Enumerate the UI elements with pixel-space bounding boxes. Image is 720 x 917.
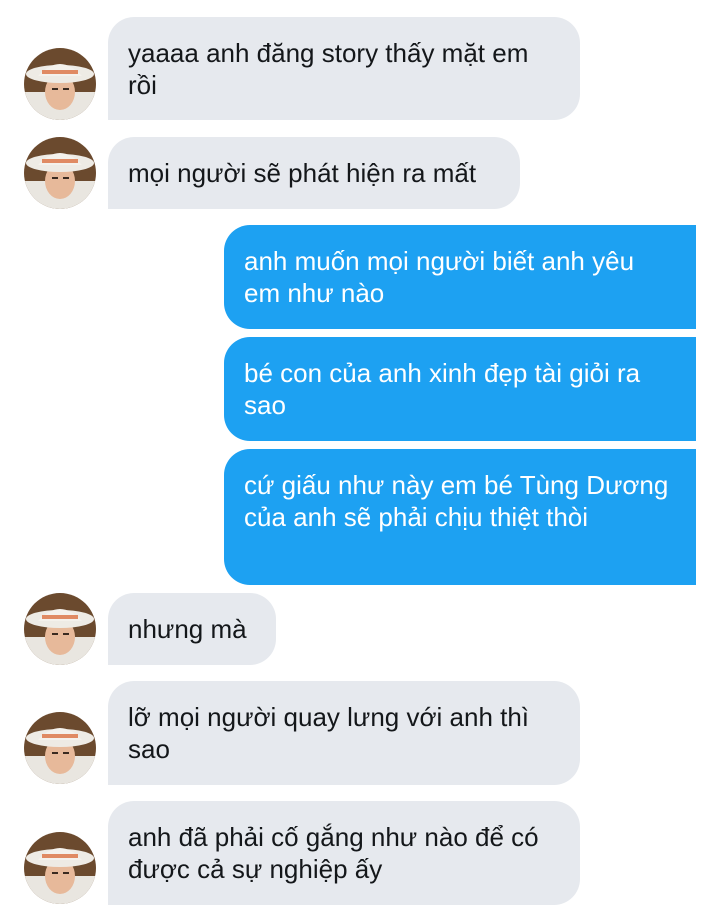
message-bubble-incoming[interactable]: yaaaa anh đăng story thấy mặt em rồi bbox=[108, 17, 580, 120]
profile-photo-icon bbox=[24, 832, 96, 904]
avatar[interactable] bbox=[24, 832, 96, 904]
message-bubble-incoming[interactable]: mọi người sẽ phát hiện ra mất bbox=[108, 137, 520, 209]
avatar[interactable] bbox=[24, 593, 96, 665]
avatar[interactable] bbox=[24, 137, 96, 209]
message-bubble-outgoing[interactable]: cứ giấu như này em bé Tùng Dương của anh… bbox=[224, 449, 696, 585]
message-bubble-incoming[interactable]: anh đã phải cố gắng như nào để có được c… bbox=[108, 801, 580, 905]
profile-photo-icon bbox=[24, 137, 96, 209]
profile-photo-icon bbox=[24, 712, 96, 784]
message-bubble-incoming[interactable]: nhưng mà bbox=[108, 593, 276, 665]
profile-photo-icon bbox=[24, 593, 96, 665]
message-bubble-outgoing[interactable]: anh muốn mọi người biết anh yêu em như n… bbox=[224, 225, 696, 329]
conversation-thread: yaaaa anh đăng story thấy mặt em rồi mọi… bbox=[0, 0, 720, 917]
message-bubble-outgoing[interactable]: bé con của anh xinh đẹp tài giỏi ra sao bbox=[224, 337, 696, 441]
avatar[interactable] bbox=[24, 48, 96, 120]
profile-photo-icon bbox=[24, 48, 96, 120]
message-bubble-incoming[interactable]: lỡ mọi người quay lưng với anh thì sao bbox=[108, 681, 580, 785]
avatar[interactable] bbox=[24, 712, 96, 784]
